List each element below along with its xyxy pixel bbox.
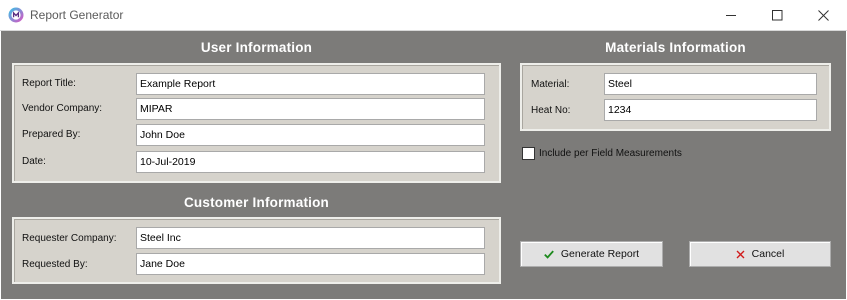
prepared-by-field[interactable] [136, 124, 485, 146]
minimize-icon [725, 10, 737, 21]
include-per-field-label[interactable]: Include per Field Measurements [539, 148, 682, 159]
material-field[interactable] [604, 73, 817, 95]
customer-information-title: Customer Information [183, 195, 329, 210]
requester-company-label: Requester Company: [22, 233, 117, 244]
requested-by-field[interactable] [136, 253, 485, 275]
heat-no-label: Heat No: [531, 105, 571, 116]
date-label: Date: [22, 156, 46, 167]
close-button[interactable] [800, 0, 846, 31]
dialog-body: User Information Report Title: Vendor Co… [1, 31, 846, 299]
maximize-button[interactable] [754, 0, 800, 31]
report-title-label: Report Title: [22, 78, 76, 89]
vendor-company-field[interactable] [136, 98, 485, 120]
x-icon [736, 250, 745, 259]
vendor-company-label: Vendor Company: [22, 103, 103, 114]
report-generator-window: Report Generator User Information Report… [0, 0, 847, 300]
user-information-title: User Information [200, 40, 313, 55]
window-title: Report Generator [30, 8, 124, 22]
material-label: Material: [531, 79, 570, 90]
maximize-icon [771, 10, 783, 21]
title-bar[interactable]: Report Generator [0, 0, 847, 31]
minimize-button[interactable] [708, 0, 754, 31]
requested-by-label: Requested By: [22, 259, 88, 270]
generate-report-label: Generate Report [560, 248, 640, 260]
requester-company-field[interactable] [136, 227, 485, 249]
report-title-field[interactable] [136, 73, 485, 95]
date-field[interactable] [136, 151, 485, 173]
cancel-label: Cancel [751, 248, 785, 260]
close-icon [817, 10, 829, 21]
checkmark-icon [544, 250, 554, 259]
heat-no-field[interactable] [604, 99, 817, 121]
materials-information-title: Materials Information [605, 40, 746, 55]
include-per-field-checkbox[interactable] [522, 147, 535, 160]
generate-report-button[interactable]: Generate Report [520, 241, 663, 267]
cancel-button[interactable]: Cancel [689, 241, 831, 267]
prepared-by-label: Prepared By: [22, 129, 81, 140]
mipar-app-icon [8, 7, 24, 23]
